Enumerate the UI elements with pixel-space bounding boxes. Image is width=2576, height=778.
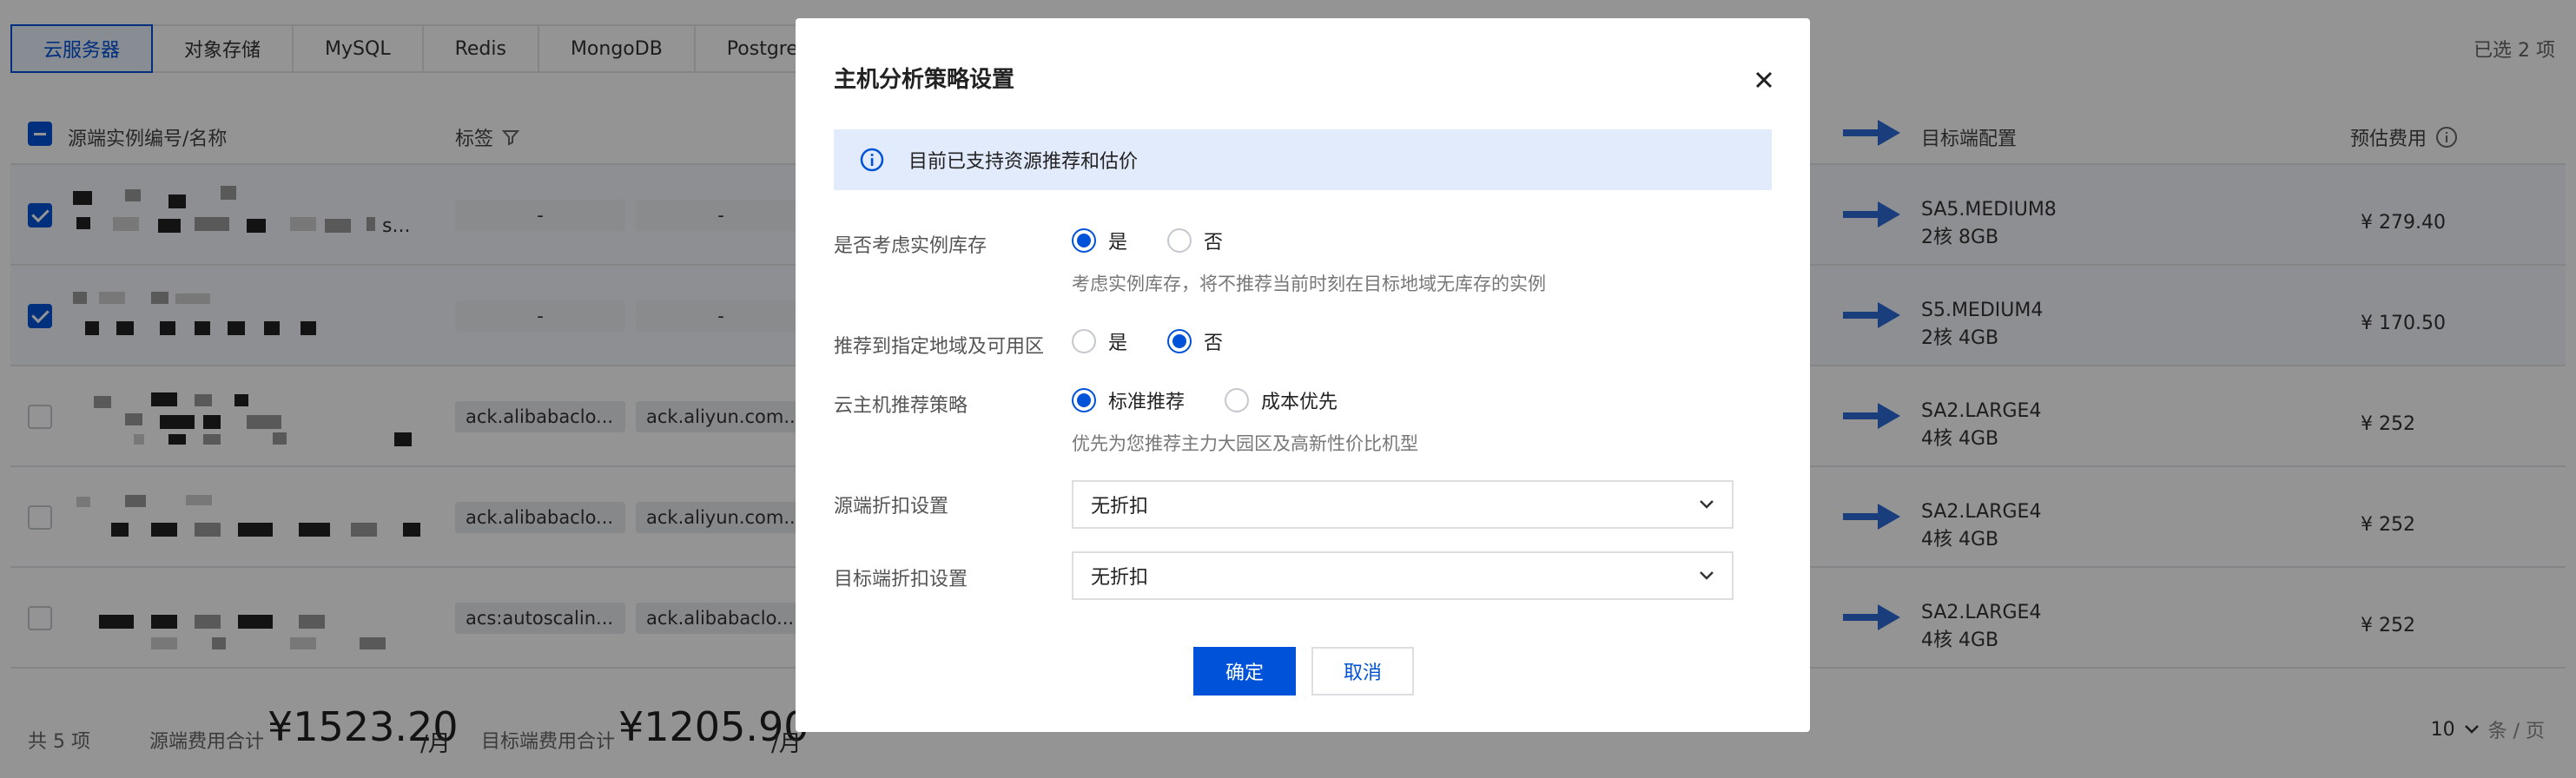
source-discount-label: 源端折扣设置	[834, 496, 949, 518]
region-no-radio[interactable]: 否	[1167, 327, 1223, 355]
region-radio-group: 是 否	[1072, 327, 1263, 355]
cancel-button[interactable]: 取消	[1311, 647, 1414, 696]
strategy-settings-dialog: 主机分析策略设置 目前已支持资源推荐和估价 是否考虑实例库存 是 否 考虑实例库…	[796, 18, 1810, 732]
strategy-cost-first-radio[interactable]: 成本优先	[1225, 386, 1338, 414]
strategy-label: 云主机推荐策略	[834, 395, 968, 417]
chevron-down-icon	[1700, 500, 1714, 509]
confirm-button[interactable]: 确定	[1193, 647, 1296, 696]
target-discount-label: 目标端折扣设置	[834, 569, 968, 590]
inventory-help: 考虑实例库存，将不推荐当前时刻在目标地域无库存的实例	[1072, 274, 1546, 294]
strategy-help: 优先为您推荐主力大园区及高新性价比机型	[1072, 433, 1418, 454]
notice-text: 目前已支持资源推荐和估价	[908, 151, 1139, 173]
inventory-no-radio[interactable]: 否	[1167, 227, 1223, 254]
chevron-down-icon	[1700, 571, 1714, 580]
region-label: 推荐到指定地域及可用区	[834, 336, 1045, 358]
source-discount-select[interactable]: 无折扣	[1072, 480, 1734, 529]
close-icon[interactable]	[1751, 67, 1777, 93]
region-yes-radio[interactable]: 是	[1072, 327, 1127, 355]
info-notice: 目前已支持资源推荐和估价	[834, 129, 1772, 190]
strategy-standard-radio[interactable]: 标准推荐	[1072, 386, 1185, 414]
inventory-radio-group: 是 否	[1072, 227, 1263, 254]
inventory-yes-radio[interactable]: 是	[1072, 227, 1127, 254]
dialog-title: 主机分析策略设置	[834, 67, 1015, 93]
strategy-radio-group: 标准推荐 成本优先	[1072, 386, 1377, 414]
target-discount-select[interactable]: 无折扣	[1072, 551, 1734, 600]
inventory-label: 是否考虑实例库存	[834, 235, 987, 257]
info-icon	[860, 148, 884, 172]
